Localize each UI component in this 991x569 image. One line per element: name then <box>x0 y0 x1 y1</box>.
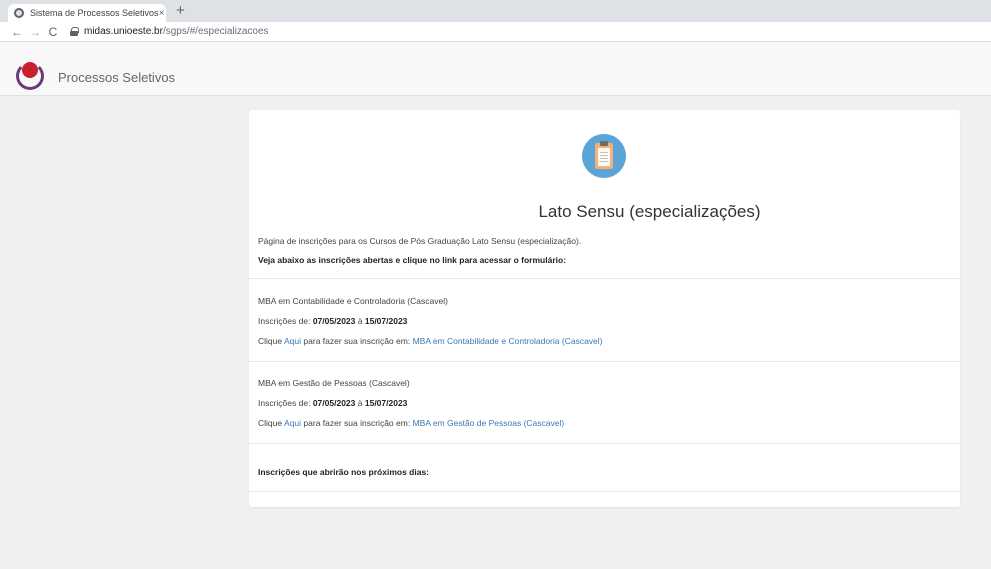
browser-tab[interactable]: Sistema de Processos Seletivos × <box>8 4 166 22</box>
clipboard-clip <box>600 141 608 146</box>
course-period: Inscrições de: 07/05/2023 à 15/07/2023 <box>258 398 407 408</box>
app-header: Processos Seletivos <box>0 42 991 96</box>
reload-icon[interactable]: C <box>44 25 62 39</box>
close-tab-icon[interactable]: × <box>159 8 165 19</box>
address-bar: ← → C midas.unioeste.br/sgps/#/especiali… <box>0 22 991 42</box>
course-enroll-line: Clique Aqui para fazer sua inscrição em:… <box>258 418 564 428</box>
unioeste-logo[interactable] <box>16 62 44 90</box>
period-label: Inscrições de: <box>258 398 311 408</box>
click-middle: para fazer sua inscrição em: <box>303 336 411 346</box>
logo-dot <box>22 62 38 78</box>
globe-icon <box>14 8 24 18</box>
divider <box>249 278 960 279</box>
new-tab-button[interactable]: + <box>176 3 185 19</box>
course-name: MBA em Gestão de Pessoas (Cascavel) <box>258 378 410 388</box>
period-sep: à <box>357 316 363 326</box>
click-middle: para fazer sua inscrição em: <box>303 418 411 428</box>
period-start: 07/05/2023 <box>312 316 356 326</box>
url-host: midas.unioeste.br <box>84 26 163 37</box>
back-arrow-icon[interactable]: ← <box>8 25 26 39</box>
upcoming-heading: Inscrições que abrirão nos próximos dias… <box>258 467 429 477</box>
click-prefix: Clique <box>258 336 283 346</box>
period-start: 07/05/2023 <box>312 398 356 408</box>
url-path: /sgps/#/especializacoes <box>162 26 269 37</box>
tab-title: Sistema de Processos Seletivos <box>30 8 159 18</box>
period-end: 15/07/2023 <box>364 398 408 408</box>
lock-icon[interactable] <box>70 27 79 36</box>
period-end: 15/07/2023 <box>364 316 408 326</box>
course-enroll-line: Clique Aqui para fazer sua inscrição em:… <box>258 336 603 346</box>
intro-text: Página de inscrições para os Cursos de P… <box>258 236 582 246</box>
url-field[interactable]: midas.unioeste.br/sgps/#/especializacoes <box>84 26 269 37</box>
browser-tabstrip: Sistema de Processos Seletivos × + <box>0 0 991 22</box>
content-card: Lato Sensu (especializações) Página de i… <box>249 110 960 507</box>
click-prefix: Clique <box>258 418 283 428</box>
divider <box>249 443 960 444</box>
instruction-text: Veja abaixo as inscrições abertas e cliq… <box>258 255 567 265</box>
clipboard-board <box>595 141 613 169</box>
app-title[interactable]: Processos Seletivos <box>58 70 175 85</box>
clipboard-paper <box>598 148 610 166</box>
divider <box>249 491 960 492</box>
here-link[interactable]: Aqui <box>284 418 301 428</box>
course-period: Inscrições de: 07/05/2023 à 15/07/2023 <box>258 316 407 326</box>
here-link[interactable]: Aqui <box>284 336 301 346</box>
divider <box>249 361 960 362</box>
course-link[interactable]: MBA em Gestão de Pessoas (Cascavel) <box>413 418 565 428</box>
clipboard-icon <box>582 134 626 178</box>
course-name: MBA em Contabilidade e Controladoria (Ca… <box>258 296 448 306</box>
forward-arrow-icon[interactable]: → <box>26 25 44 39</box>
page-title: Lato Sensu (especializações) <box>538 202 761 221</box>
period-sep: à <box>357 398 363 408</box>
course-link[interactable]: MBA em Contabilidade e Controladoria (Ca… <box>413 336 603 346</box>
period-label: Inscrições de: <box>258 316 311 326</box>
